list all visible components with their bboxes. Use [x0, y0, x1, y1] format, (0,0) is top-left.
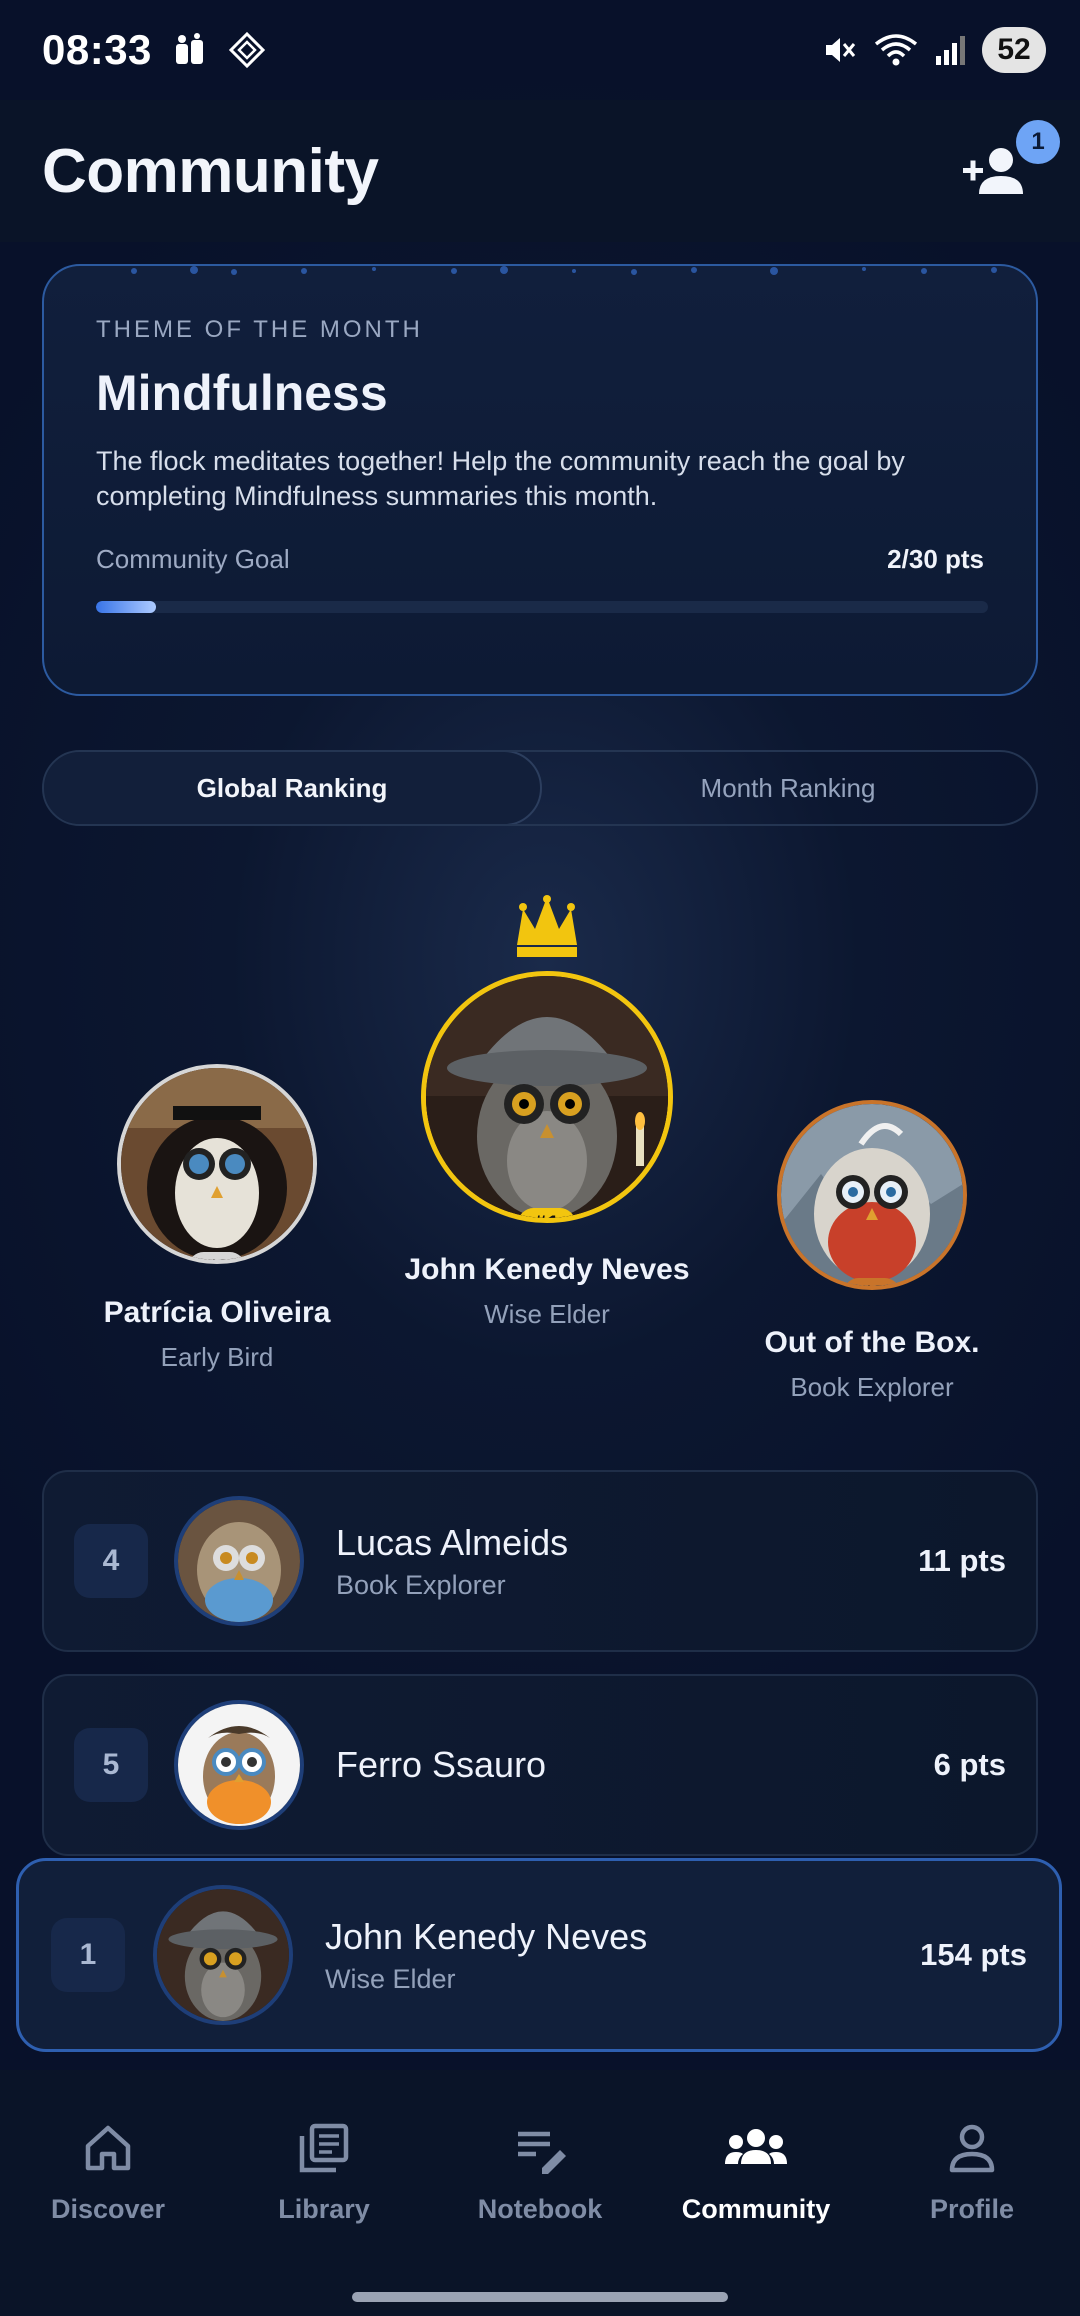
list-item[interactable]: 4 Lucas Almeids Book Explorer 11 pts	[42, 1470, 1038, 1652]
owl-wizard-avatar	[157, 1889, 289, 2021]
signal-icon	[936, 36, 965, 65]
nav-community[interactable]: Community	[656, 2120, 856, 2316]
add-friend-button[interactable]: 1	[948, 120, 1060, 216]
goal-label: Community Goal	[96, 544, 290, 574]
list-item-title: Book Explorer	[336, 1569, 506, 1600]
goal-row: Community Goal 2/30 pts	[96, 544, 984, 575]
wifi-icon	[874, 34, 918, 66]
avatar: #3	[777, 1100, 967, 1290]
podium-title-third: Book Explorer	[790, 1372, 954, 1402]
nav-label: Community	[681, 2194, 831, 2224]
theme-description: The flock meditates together! Help the c…	[96, 446, 905, 511]
ranking-tabs: Global Ranking Month Ranking	[42, 750, 1038, 826]
notebook-icon	[518, 2131, 566, 2174]
nav-label: Discover	[50, 2194, 166, 2224]
goal-progress-bar	[96, 601, 988, 613]
ranking-list: 4 Lucas Almeids Book Explorer 11 pts 5 F…	[42, 1470, 1038, 1878]
avatar	[174, 1496, 304, 1626]
current-user-title: Wise Elder	[325, 1963, 456, 1994]
podium-first[interactable]: #1 John Kenedy Neves Wise Elder	[390, 895, 704, 1330]
list-item-points: 11 pts	[918, 1543, 1006, 1578]
podium-name-first: John Kenedy Neves	[404, 1253, 690, 1286]
podium-name-third: Out of the Box.	[764, 1326, 980, 1359]
podium: #2 Patrícia Oliveira Early Bird	[0, 880, 1080, 1420]
crown-icon	[517, 895, 577, 957]
nav-label: Profile	[929, 2194, 1015, 2224]
podium-third[interactable]: #3 Out of the Box. Book Explorer	[724, 1100, 1020, 1403]
owl-wizard-avatar	[426, 976, 668, 1218]
avatar	[153, 1885, 293, 2025]
library-icon	[299, 2123, 349, 2173]
owl-reader-avatar	[178, 1500, 300, 1622]
theme-of-month-card: THEME OF THE MONTH Mindfulness The flock…	[42, 264, 1038, 696]
decorative-dots	[131, 266, 997, 275]
avatar: #1	[421, 971, 673, 1223]
current-user-name: John Kenedy Neves	[325, 1915, 648, 1957]
current-user-rank-row[interactable]: 1 John Kenedy Neves Wise Elder 154 pts	[16, 1858, 1062, 2052]
avatar	[174, 1700, 304, 1830]
mute-icon	[826, 38, 856, 62]
nav-library[interactable]: Library	[224, 2120, 424, 2316]
theme-label: THEME OF THE MONTH	[96, 316, 423, 343]
notification-app-icon	[175, 33, 203, 64]
rank-number: 4	[74, 1524, 148, 1598]
nav-discover[interactable]: Discover	[8, 2120, 208, 2316]
podium-title-first: Wise Elder	[484, 1299, 610, 1329]
rank-number: 5	[74, 1728, 148, 1802]
podium-second[interactable]: #2 Patrícia Oliveira Early Bird	[50, 1064, 384, 1373]
rank-pill-third: #3	[842, 1278, 902, 1286]
list-item-name: Lucas Almeids	[336, 1521, 569, 1563]
podium-title-second: Early Bird	[160, 1342, 274, 1372]
avatar: #2	[117, 1064, 317, 1264]
tab-month-ranking[interactable]: Month Ranking	[540, 752, 1036, 824]
owl-cartoon-avatar	[178, 1704, 300, 1826]
profile-icon	[949, 2124, 995, 2173]
rank-number: 1	[51, 1918, 125, 1992]
theme-title: Mindfulness	[96, 365, 388, 421]
battery-indicator: 52	[982, 27, 1046, 73]
list-item-name: Ferro Ssauro	[336, 1744, 547, 1785]
nav-profile[interactable]: Profile	[872, 2120, 1072, 2316]
rank-pill-first: #1	[517, 1208, 577, 1218]
notification-badge: 1	[1016, 120, 1060, 164]
community-icon	[725, 2129, 787, 2164]
bottom-navigation: Discover Library Notebook Community Prof…	[0, 2070, 1080, 2316]
home-icon	[85, 2125, 131, 2171]
diamond-app-icon	[228, 31, 266, 69]
status-bar: 08:33 52	[0, 0, 1080, 100]
nav-notebook[interactable]: Notebook	[440, 2120, 640, 2316]
add-person-icon	[963, 148, 1023, 194]
current-user-points: 154 pts	[920, 1937, 1027, 1972]
list-item-points: 6 pts	[933, 1747, 1006, 1782]
status-time: 08:33	[42, 26, 152, 73]
rank-pill-second: #2	[187, 1252, 247, 1260]
owl-explorer-avatar	[781, 1104, 963, 1286]
nav-label: Library	[278, 2194, 370, 2224]
goal-progress-fill	[96, 601, 156, 613]
page-title: Community	[42, 136, 379, 206]
home-indicator[interactable]	[352, 2292, 728, 2302]
owl-graduate-avatar	[121, 1068, 313, 1260]
tab-global-ranking[interactable]: Global Ranking	[44, 752, 542, 824]
podium-name-second: Patrícia Oliveira	[103, 1296, 331, 1329]
app-header: Community 1	[0, 100, 1080, 242]
list-item[interactable]: 5 Ferro Ssauro 6 pts	[42, 1674, 1038, 1856]
goal-value: 2/30 pts	[887, 544, 984, 574]
nav-label: Notebook	[477, 2194, 603, 2224]
